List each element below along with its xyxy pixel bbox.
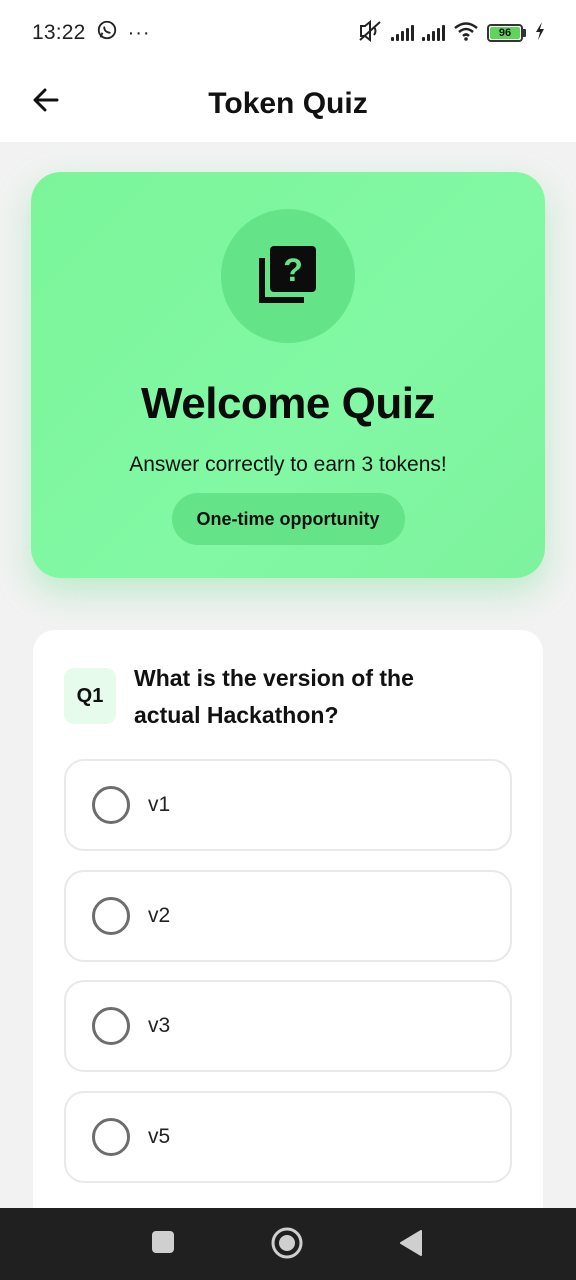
quiz-subtitle: Answer correctly to earn 3 tokens!: [129, 453, 447, 476]
status-time: 13:22: [32, 21, 86, 44]
quiz-icon-container: ?: [221, 209, 355, 343]
question-number-badge: Q1: [64, 668, 116, 724]
answer-option[interactable]: v3: [64, 980, 512, 1072]
option-label: v5: [148, 1125, 171, 1148]
back-nav-button[interactable]: [399, 1230, 423, 1261]
mute-icon: [357, 19, 383, 47]
quiz-title: Welcome Quiz: [141, 379, 435, 428]
battery-level: 96: [490, 27, 520, 39]
recents-icon: [151, 1230, 175, 1259]
system-nav-bar: [0, 1208, 576, 1280]
app-bar: Token Quiz: [0, 66, 576, 142]
answer-option[interactable]: v1: [64, 759, 512, 851]
whatsapp-icon: [96, 19, 118, 47]
radio-button[interactable]: [92, 1118, 130, 1156]
question-text: What is the version of the actual Hackat…: [134, 665, 414, 728]
answer-option[interactable]: v5: [64, 1091, 512, 1183]
radio-button[interactable]: [92, 786, 130, 824]
question-card: Q1 What is the version of the actual Hac…: [33, 630, 543, 1230]
arrow-left-icon: [31, 85, 61, 120]
back-button[interactable]: [26, 82, 66, 122]
home-button[interactable]: [270, 1226, 304, 1265]
more-icon: ···: [127, 21, 151, 44]
status-left: 13:22 ···: [32, 19, 151, 47]
recents-button[interactable]: [151, 1230, 175, 1259]
back-icon: [399, 1230, 423, 1261]
radio-button[interactable]: [92, 897, 130, 935]
opportunity-badge: One-time opportunity: [171, 493, 405, 545]
charging-icon: [534, 21, 546, 46]
answer-option[interactable]: v2: [64, 870, 512, 962]
option-label: v3: [148, 1014, 171, 1037]
radio-button[interactable]: [92, 1007, 130, 1045]
signal-icon: [391, 25, 414, 41]
wifi-icon: [453, 21, 479, 46]
status-right: 96: [357, 19, 546, 47]
battery-icon: 96: [487, 24, 526, 42]
welcome-card: ? Welcome Quiz Answer correctly to earn …: [31, 172, 545, 578]
signal-icon: [422, 25, 445, 41]
status-bar: 13:22 ··· 96: [0, 0, 576, 66]
option-label: v2: [148, 904, 171, 927]
page-title: Token Quiz: [208, 87, 368, 120]
svg-text:?: ?: [283, 252, 303, 288]
quiz-icon: ?: [256, 242, 320, 311]
home-icon: [270, 1226, 304, 1265]
question-header: Q1 What is the version of the actual Hac…: [64, 665, 523, 734]
option-label: v1: [148, 793, 171, 816]
